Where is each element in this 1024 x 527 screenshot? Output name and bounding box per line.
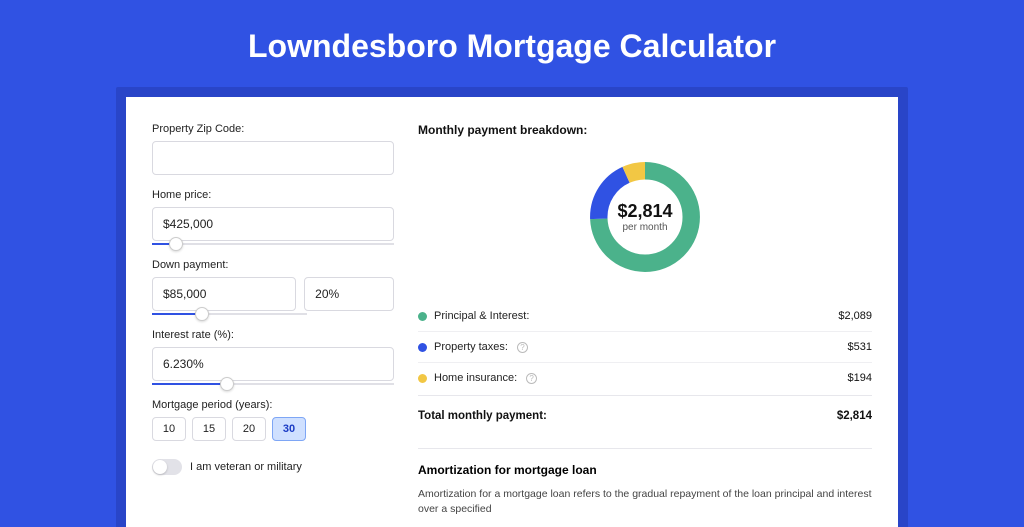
legend-row: Property taxes:? $531 bbox=[418, 332, 872, 363]
down-payment-pct-input[interactable] bbox=[304, 277, 394, 311]
mortgage-period-label: Mortgage period (years): bbox=[152, 399, 394, 411]
legend-label: Home insurance: bbox=[434, 372, 517, 384]
legend-value: $531 bbox=[848, 341, 872, 353]
home-price-label: Home price: bbox=[152, 189, 394, 201]
home-price-slider[interactable] bbox=[152, 243, 394, 245]
donut-chart-container: $2,814 per month bbox=[418, 147, 872, 287]
amortization-title: Amortization for mortgage loan bbox=[418, 463, 872, 477]
legend-row: Principal & Interest: $2,089 bbox=[418, 301, 872, 332]
legend-label: Property taxes: bbox=[434, 341, 508, 353]
legend-left: Property taxes:? bbox=[418, 341, 528, 353]
legend-dot-icon bbox=[418, 374, 427, 383]
veteran-toggle-row: I am veteran or military bbox=[152, 459, 394, 475]
info-icon[interactable]: ? bbox=[526, 373, 537, 384]
interest-rate-slider-thumb[interactable] bbox=[220, 377, 234, 391]
mortgage-period-block: Mortgage period (years): 10152030 bbox=[152, 399, 394, 441]
info-icon[interactable]: ? bbox=[517, 342, 528, 353]
calculator-card-wrap: Property Zip Code: Home price: Down paym… bbox=[116, 87, 908, 527]
zip-field-block: Property Zip Code: bbox=[152, 123, 394, 175]
legend-label: Principal & Interest: bbox=[434, 310, 529, 322]
veteran-toggle-label: I am veteran or military bbox=[190, 461, 302, 473]
divider bbox=[418, 395, 872, 396]
inputs-column: Property Zip Code: Home price: Down paym… bbox=[152, 123, 394, 517]
period-button-10[interactable]: 10 bbox=[152, 417, 186, 441]
donut-center: $2,814 per month bbox=[584, 156, 706, 278]
home-price-block: Home price: bbox=[152, 189, 394, 245]
veteran-toggle-knob bbox=[153, 460, 167, 474]
interest-rate-label: Interest rate (%): bbox=[152, 329, 394, 341]
period-button-30[interactable]: 30 bbox=[272, 417, 306, 441]
total-label: Total monthly payment: bbox=[418, 410, 547, 422]
amortization-text: Amortization for a mortgage loan refers … bbox=[418, 487, 872, 517]
total-row: Total monthly payment: $2,814 bbox=[418, 400, 872, 436]
down-payment-block: Down payment: bbox=[152, 259, 394, 315]
down-payment-slider-thumb[interactable] bbox=[195, 307, 209, 321]
calculator-card: Property Zip Code: Home price: Down paym… bbox=[126, 97, 898, 527]
legend-row: Home insurance:? $194 bbox=[418, 363, 872, 393]
legend-dot-icon bbox=[418, 343, 427, 352]
interest-rate-block: Interest rate (%): bbox=[152, 329, 394, 385]
home-price-slider-thumb[interactable] bbox=[169, 237, 183, 251]
veteran-toggle[interactable] bbox=[152, 459, 182, 475]
period-button-15[interactable]: 15 bbox=[192, 417, 226, 441]
donut-center-value: $2,814 bbox=[617, 201, 672, 222]
legend-list: Principal & Interest: $2,089 Property taxe… bbox=[418, 301, 872, 393]
legend-dot-icon bbox=[418, 312, 427, 321]
total-value: $2,814 bbox=[837, 410, 872, 422]
legend-value: $194 bbox=[848, 372, 872, 384]
interest-rate-input[interactable] bbox=[152, 347, 394, 381]
down-payment-label: Down payment: bbox=[152, 259, 394, 271]
down-payment-slider[interactable] bbox=[152, 313, 307, 315]
legend-value: $2,089 bbox=[838, 310, 872, 322]
amortization-block: Amortization for mortgage loan Amortizat… bbox=[418, 448, 872, 517]
donut-center-sub: per month bbox=[622, 222, 667, 233]
interest-rate-slider[interactable] bbox=[152, 383, 394, 385]
breakdown-title: Monthly payment breakdown: bbox=[418, 123, 872, 137]
legend-left: Home insurance:? bbox=[418, 372, 537, 384]
period-button-20[interactable]: 20 bbox=[232, 417, 266, 441]
donut-chart: $2,814 per month bbox=[584, 156, 706, 278]
page-title: Lowndesboro Mortgage Calculator bbox=[0, 0, 1024, 87]
zip-label: Property Zip Code: bbox=[152, 123, 394, 135]
breakdown-column: Monthly payment breakdown: $2,814 per mo… bbox=[418, 123, 872, 517]
mortgage-period-buttons: 10152030 bbox=[152, 417, 394, 441]
down-payment-amount-input[interactable] bbox=[152, 277, 296, 311]
home-price-input[interactable] bbox=[152, 207, 394, 241]
zip-input[interactable] bbox=[152, 141, 394, 175]
legend-left: Principal & Interest: bbox=[418, 310, 529, 322]
